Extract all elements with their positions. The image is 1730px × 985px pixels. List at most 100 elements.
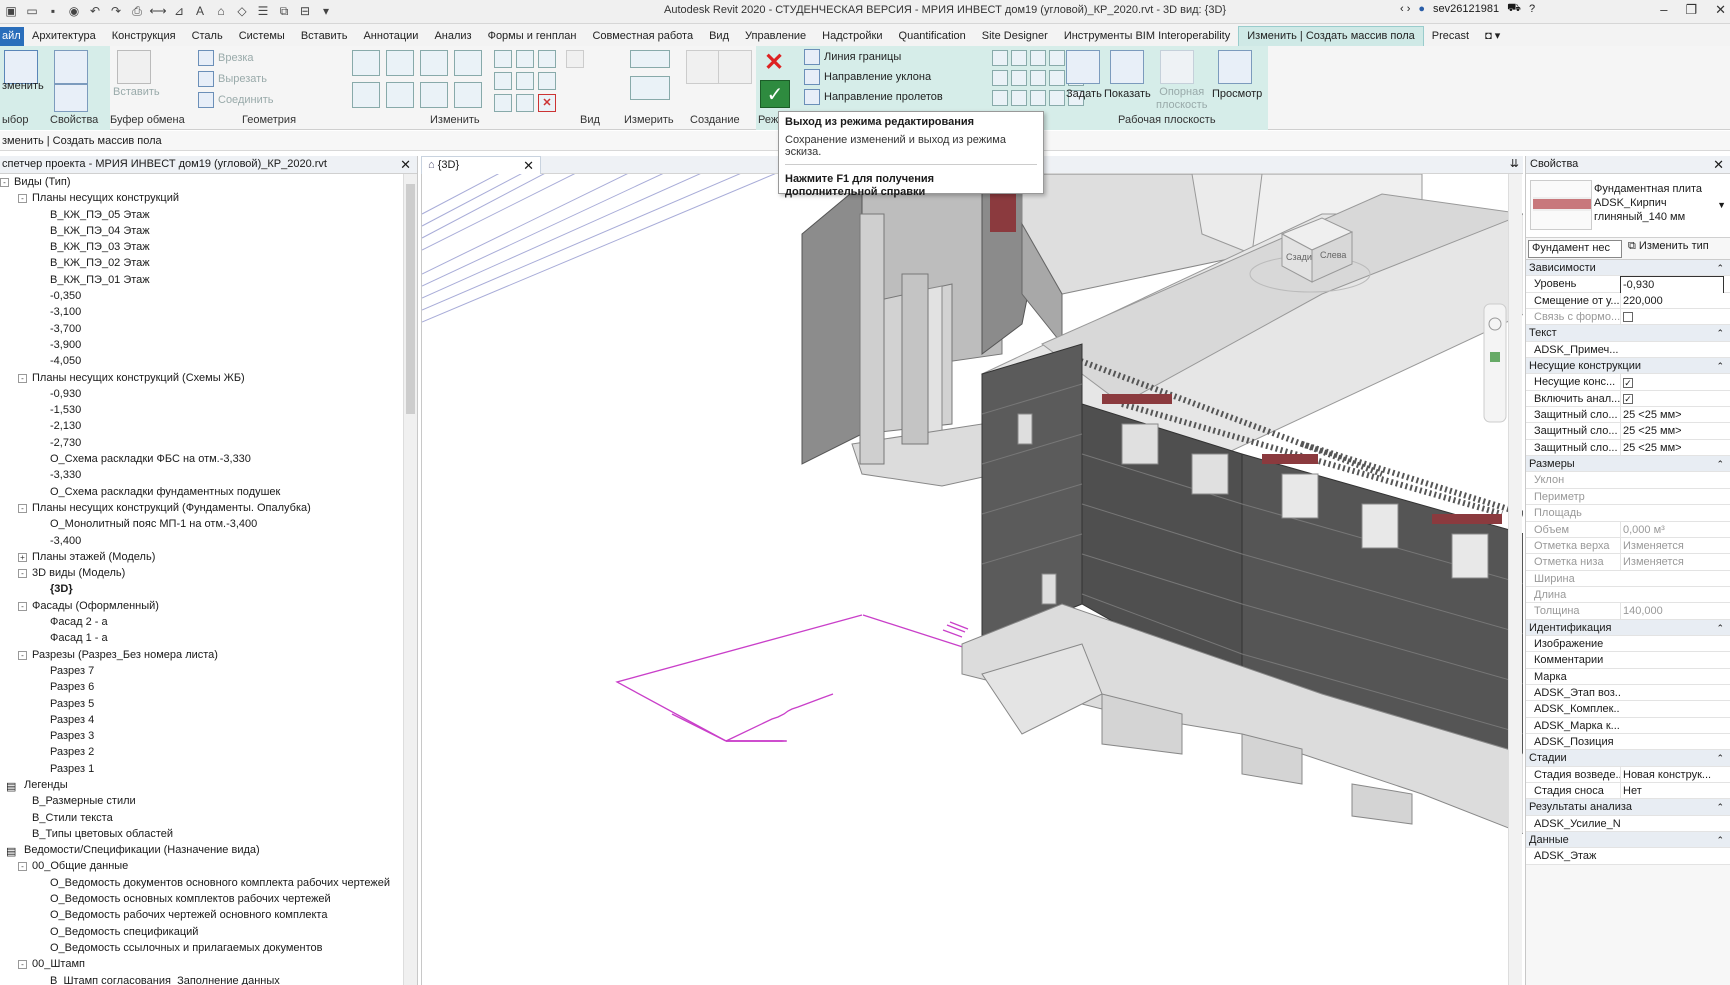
ribbon-tab[interactable]: Precast: [1424, 27, 1477, 46]
property-row[interactable]: Ширина: [1526, 570, 1730, 587]
tree-node[interactable]: В_Типы цветовых областей: [0, 826, 402, 842]
offset-icon[interactable]: [386, 50, 414, 76]
close-icon[interactable]: ✕: [523, 158, 534, 174]
ribbon-tab[interactable]: Вид: [701, 27, 737, 46]
type-selector[interactable]: Фундаментная плита ADSK_Кирпич глиняный_…: [1526, 174, 1730, 238]
checkbox[interactable]: [1623, 312, 1633, 323]
app-menu-icon[interactable]: ▣: [2, 2, 20, 20]
switch-windows-icon[interactable]: ⊟: [296, 2, 314, 20]
tree-node[interactable]: - Планы несущих конструкций (Фундаменты. …: [0, 500, 402, 516]
edit-type-button[interactable]: ⧉ Изменить тип: [1628, 240, 1709, 253]
tree-node[interactable]: -3,900: [0, 337, 402, 353]
property-value[interactable]: ✓: [1620, 390, 1724, 407]
array-icon[interactable]: [494, 72, 512, 90]
show-workplane-icon[interactable]: [1110, 50, 1144, 84]
tree-node[interactable]: В_КЖ_ПЭ_03 Этаж: [0, 239, 402, 255]
property-row[interactable]: Отметка низа Изменяется: [1526, 554, 1730, 571]
ribbon-minimize-icon[interactable]: ◘ ▾: [1477, 26, 1508, 46]
property-row[interactable]: ADSK_Примеч...: [1526, 341, 1730, 359]
collapse-icon[interactable]: ⌃: [1716, 358, 1724, 374]
collapse-icon[interactable]: -: [18, 862, 27, 872]
trim-extend-icon[interactable]: [494, 94, 512, 112]
tree-node[interactable]: - Планы несущих конструкций (Схемы ЖБ): [0, 370, 402, 386]
select-panel-label[interactable]: ыбор: [2, 114, 28, 126]
arc-start-end-icon[interactable]: [1011, 70, 1027, 86]
property-row[interactable]: Защитный сло... 25 <25 мм>: [1526, 407, 1730, 424]
set-label[interactable]: Задать: [1066, 88, 1102, 100]
tree-node[interactable]: В_КЖ_ПЭ_04 Этаж: [0, 223, 402, 239]
3d-model-drawing[interactable]: Сзади Слева: [422, 174, 1523, 985]
redo-icon[interactable]: ↷: [107, 2, 125, 20]
ribbon-tab[interactable]: Формы и генплан: [480, 27, 585, 46]
close-icon[interactable]: ✕: [1713, 157, 1724, 173]
view-tab-3d[interactable]: ⌂ {3D} ✕: [421, 156, 541, 174]
property-row[interactable]: Защитный сло... 25 <25 мм>: [1526, 439, 1730, 457]
property-group-header[interactable]: Данные ⌃: [1526, 832, 1730, 849]
property-group-header[interactable]: Текст ⌃: [1526, 325, 1730, 342]
tree-node[interactable]: О_Ведомость основных комплектов рабочих …: [0, 891, 402, 907]
set-workplane-icon[interactable]: [1066, 50, 1100, 84]
modify-tool-icon[interactable]: [4, 50, 38, 84]
measure-icon[interactable]: ⟷: [149, 2, 167, 20]
property-value[interactable]: Изменяется: [1620, 537, 1724, 554]
property-value[interactable]: 0,000 м³: [1620, 521, 1724, 538]
property-group-header[interactable]: Стадии ⌃: [1526, 750, 1730, 767]
cancel-edit-mode-icon[interactable]: ✕: [760, 50, 788, 76]
arc-icon[interactable]: [992, 70, 1008, 86]
trim-extend-multi-icon[interactable]: [516, 94, 534, 112]
project-browser-scrollbar[interactable]: [403, 174, 417, 985]
trim-icon[interactable]: [454, 82, 482, 108]
collapse-icon[interactable]: -: [0, 178, 9, 187]
tree-node[interactable]: Фасад 1 - а: [0, 630, 402, 646]
property-row[interactable]: Изображение: [1526, 635, 1730, 653]
viewer-icon[interactable]: [1218, 50, 1252, 84]
property-row[interactable]: ADSK_Этаж: [1526, 848, 1730, 865]
property-group-header[interactable]: Идентификация ⌃: [1526, 619, 1730, 636]
property-value[interactable]: 220,000: [1620, 292, 1724, 309]
collapse-icon[interactable]: ⌃: [1716, 456, 1724, 472]
property-row[interactable]: Отметка верха Изменяется: [1526, 537, 1730, 555]
ribbon-tab[interactable]: Управление: [737, 27, 814, 46]
tree-node[interactable]: -4,050: [0, 353, 402, 369]
properties-tool-icon[interactable]: [54, 50, 88, 84]
line-icon[interactable]: [992, 50, 1008, 66]
viewer-label[interactable]: Просмотр: [1212, 88, 1262, 100]
ribbon-tab[interactable]: Вставить: [293, 27, 356, 46]
property-value[interactable]: Новая конструк...: [1620, 766, 1724, 783]
tree-node[interactable]: -3,100: [0, 304, 402, 320]
viewcube-front-label[interactable]: Сзади: [1286, 252, 1312, 262]
tree-node[interactable]: В_КЖ_ПЭ_02 Этаж: [0, 255, 402, 271]
checkbox[interactable]: ✓: [1623, 393, 1633, 404]
collapse-icon[interactable]: -: [18, 503, 27, 513]
property-value-input[interactable]: -0,930: [1620, 276, 1724, 295]
tree-node[interactable]: Разрез 5: [0, 696, 402, 712]
tree-node[interactable]: О_Монолитный пояс МП-1 на отм.-3,400: [0, 516, 402, 532]
tree-node[interactable]: {3D}: [0, 581, 402, 597]
tree-node[interactable]: - Разрезы (Разрез_Без номера листа): [0, 647, 402, 663]
align-icon[interactable]: [352, 50, 380, 76]
instance-filter-select[interactable]: Фундамент нес: [1528, 240, 1622, 258]
tree-node[interactable]: - Фасады (Оформленный): [0, 598, 402, 614]
tree-node[interactable]: -3,400: [0, 533, 402, 549]
close-icon[interactable]: ✕: [400, 157, 411, 173]
help-icon[interactable]: ?: [1529, 3, 1535, 15]
property-group-header[interactable]: Размеры ⌃: [1526, 456, 1730, 473]
tree-node[interactable]: Разрез 3: [0, 728, 402, 744]
finish-edit-mode-icon[interactable]: ✓: [760, 80, 790, 108]
property-row[interactable]: Периметр: [1526, 488, 1730, 506]
tree-node[interactable]: В_Размерные стили: [0, 793, 402, 809]
nav-arrows-icon[interactable]: ‹ ›: [1400, 3, 1410, 15]
property-row[interactable]: Толщина 140,000: [1526, 603, 1730, 620]
tree-node[interactable]: О_Схема раскладки ФБС на отм.-3,330: [0, 451, 402, 467]
measure-tool-icon[interactable]: [630, 50, 670, 68]
property-row[interactable]: ADSK_Этап воз...: [1526, 684, 1730, 702]
tree-node[interactable]: - Виды (Тип): [0, 174, 402, 190]
ellipse-icon[interactable]: [1030, 90, 1046, 106]
save-icon[interactable]: ▪: [44, 2, 62, 20]
tree-node[interactable]: -3,330: [0, 467, 402, 483]
property-value[interactable]: [1620, 309, 1724, 326]
property-value[interactable]: Изменяется: [1620, 554, 1724, 571]
paste-icon[interactable]: [117, 50, 151, 84]
collapse-icon[interactable]: -: [18, 194, 27, 204]
zoom-icon[interactable]: [1490, 352, 1500, 362]
